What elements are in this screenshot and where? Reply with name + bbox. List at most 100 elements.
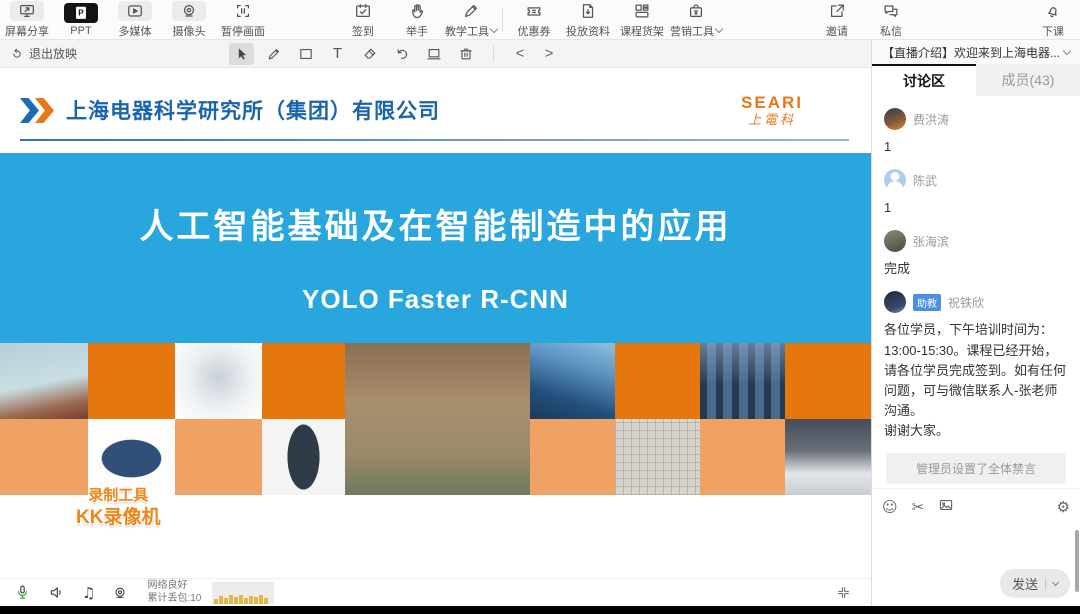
emoji-button[interactable]: ☺ bbox=[882, 498, 898, 516]
toolbar-group-left: 屏幕分享 P PPT 多媒体 摄像头 bbox=[0, 1, 270, 39]
text-tool[interactable]: T bbox=[325, 43, 350, 65]
avatar bbox=[884, 169, 906, 191]
sidebar-scrollbar[interactable] bbox=[1075, 530, 1079, 592]
previous-slide-button[interactable]: < bbox=[509, 45, 531, 62]
live-intro-title: 【直播介绍】欢迎来到上海电器... bbox=[882, 44, 1060, 61]
exit-slideshow-button[interactable]: 退出放映 bbox=[10, 45, 77, 62]
toolbar-label: 下课 bbox=[1042, 23, 1064, 39]
message-text: 1 bbox=[884, 198, 1068, 218]
toolbar-screen-share[interactable]: 屏幕分享 bbox=[0, 1, 54, 39]
chat-input[interactable] bbox=[882, 517, 1070, 569]
send-divider bbox=[1045, 578, 1046, 590]
undo-tool[interactable] bbox=[389, 43, 414, 65]
message-text: 完成 bbox=[884, 259, 1068, 279]
photo-wind-turbine bbox=[0, 343, 88, 419]
toolbar-course-shelf[interactable]: 课程货架 bbox=[615, 1, 669, 39]
chevron-down-icon bbox=[715, 25, 723, 33]
app-window: 屏幕分享 P PPT 多媒体 摄像头 bbox=[0, 0, 1080, 614]
avatar bbox=[884, 230, 906, 252]
slide-subtitle: YOLO Faster R-CNN bbox=[0, 284, 871, 315]
network-status: 网络良好 累计丢包:10 bbox=[147, 580, 201, 605]
slide-header: 上海电器科学研究所（集团）有限公司 SEARI 上電科 bbox=[0, 68, 871, 127]
tools-divider bbox=[493, 46, 494, 62]
message-text: 各位学员，下午培训时间为：13:00-15:30。课程已经开始，请各位学员完成签… bbox=[884, 320, 1068, 441]
toolbar-raise-hand[interactable]: 举手 bbox=[390, 1, 444, 39]
tab-discussion[interactable]: 讨论区 bbox=[872, 64, 976, 96]
tab-members[interactable]: 成员(43) bbox=[976, 64, 1080, 96]
orange-tile bbox=[88, 343, 175, 419]
end-class-bell-icon bbox=[1044, 1, 1062, 21]
raise-hand-icon bbox=[408, 1, 426, 21]
chevron-down-icon bbox=[1063, 46, 1071, 54]
avatar bbox=[884, 108, 906, 130]
clear-trash-tool[interactable] bbox=[453, 43, 478, 65]
toolbar-camera[interactable]: 摄像头 bbox=[162, 1, 216, 39]
rectangle-tool[interactable] bbox=[293, 43, 318, 65]
toolbar-check-in[interactable]: 签到 bbox=[336, 1, 390, 39]
sender-name: 陈武 bbox=[913, 172, 937, 189]
presentation-area: 退出放映 T bbox=[0, 40, 872, 606]
chat-message: 费洪涛 1 bbox=[884, 108, 1068, 157]
toolbar-teaching-tools[interactable]: 教学工具 bbox=[444, 1, 498, 39]
microphone-button[interactable] bbox=[14, 584, 31, 601]
orange-tile bbox=[615, 343, 700, 419]
toolbar-coupon[interactable]: 优惠券 bbox=[507, 1, 561, 39]
chat-message: 陈武 1 bbox=[884, 169, 1068, 218]
header-divider bbox=[20, 139, 849, 141]
toolbar-marketing-tools[interactable]: 营销工具 bbox=[669, 1, 723, 39]
sender-name: 费洪涛 bbox=[913, 111, 949, 128]
toolbar-private-message[interactable]: 私信 bbox=[864, 1, 918, 39]
toolbar-label: 暂停画面 bbox=[221, 23, 265, 39]
webcam-button[interactable] bbox=[112, 585, 128, 601]
toolbar-label: 课程货架 bbox=[620, 23, 664, 39]
live-intro-header[interactable]: 【直播介绍】欢迎来到上海电器... bbox=[872, 40, 1080, 64]
pen-tool[interactable] bbox=[261, 43, 286, 65]
toolbar-pause-screen[interactable]: 暂停画面 bbox=[216, 1, 270, 39]
recorder-watermark: 录制工具 KK录像机 bbox=[76, 486, 160, 530]
toolbar-invite[interactable]: 邀请 bbox=[810, 1, 864, 39]
pause-screen-icon bbox=[234, 1, 252, 21]
photo-emc-chamber bbox=[615, 419, 700, 495]
screenshot-scissors-button[interactable]: ✂ bbox=[912, 498, 925, 516]
chat-settings-gear-button[interactable]: ⚙ bbox=[1057, 498, 1070, 516]
private-message-icon bbox=[882, 1, 900, 21]
speaker-button[interactable] bbox=[48, 584, 65, 601]
photo-test-equipment bbox=[700, 343, 785, 419]
camera-icon bbox=[172, 1, 206, 21]
toolbar-group-right: 邀请 私信 下课 bbox=[810, 1, 1080, 39]
image-button[interactable] bbox=[938, 497, 954, 517]
next-slide-button[interactable]: > bbox=[538, 45, 560, 62]
company-name: 上海电器科学研究所（集团）有限公司 bbox=[66, 95, 440, 125]
toolbar-label: 邀请 bbox=[826, 23, 848, 39]
collapse-panel-button[interactable] bbox=[836, 585, 851, 600]
photo-robot bbox=[175, 343, 262, 419]
toolbar-ppt[interactable]: P PPT bbox=[54, 3, 108, 37]
toolbar-label: 签到 bbox=[352, 23, 374, 39]
assistant-badge: 助教 bbox=[913, 294, 941, 311]
toolbar-multimedia[interactable]: 多媒体 bbox=[108, 1, 162, 39]
network-status-text: 网络良好 bbox=[147, 580, 201, 593]
sender-name: 张海滨 bbox=[913, 233, 949, 250]
orange-tile-light bbox=[0, 419, 88, 495]
toolbar-end-class[interactable]: 下课 bbox=[1026, 1, 1080, 39]
send-label: 发送 bbox=[1012, 574, 1038, 593]
slide-title: 人工智能基础及在智能制造中的应用 bbox=[0, 153, 871, 248]
watermark-line1: 录制工具 bbox=[76, 486, 160, 506]
chat-message: 张海滨 完成 bbox=[884, 230, 1068, 279]
whiteboard-tool[interactable] bbox=[421, 43, 446, 65]
drawing-tools: T < > bbox=[229, 43, 560, 65]
bottom-black-strip bbox=[0, 606, 1080, 614]
multimedia-icon bbox=[118, 1, 152, 21]
title-banner: 人工智能基础及在智能制造中的应用 YOLO Faster R-CNN bbox=[0, 153, 871, 343]
ppt-slide: 上海电器科学研究所（集团）有限公司 SEARI 上電科 人工智能基础及在智能制造… bbox=[0, 68, 871, 578]
seari-logo: SEARI 上電科 bbox=[741, 94, 803, 127]
watermark-line2: KK录像机 bbox=[76, 506, 160, 531]
music-button[interactable]: ♫ bbox=[82, 584, 95, 602]
send-button[interactable]: 发送 bbox=[1000, 569, 1070, 598]
invite-icon bbox=[828, 1, 846, 21]
sender-name: 祝铁欣 bbox=[948, 294, 984, 311]
toolbar-materials[interactable]: 投放资料 bbox=[561, 1, 615, 39]
select-tool[interactable] bbox=[229, 43, 254, 65]
teaching-tools-icon bbox=[462, 1, 480, 21]
eraser-tool[interactable] bbox=[357, 43, 382, 65]
